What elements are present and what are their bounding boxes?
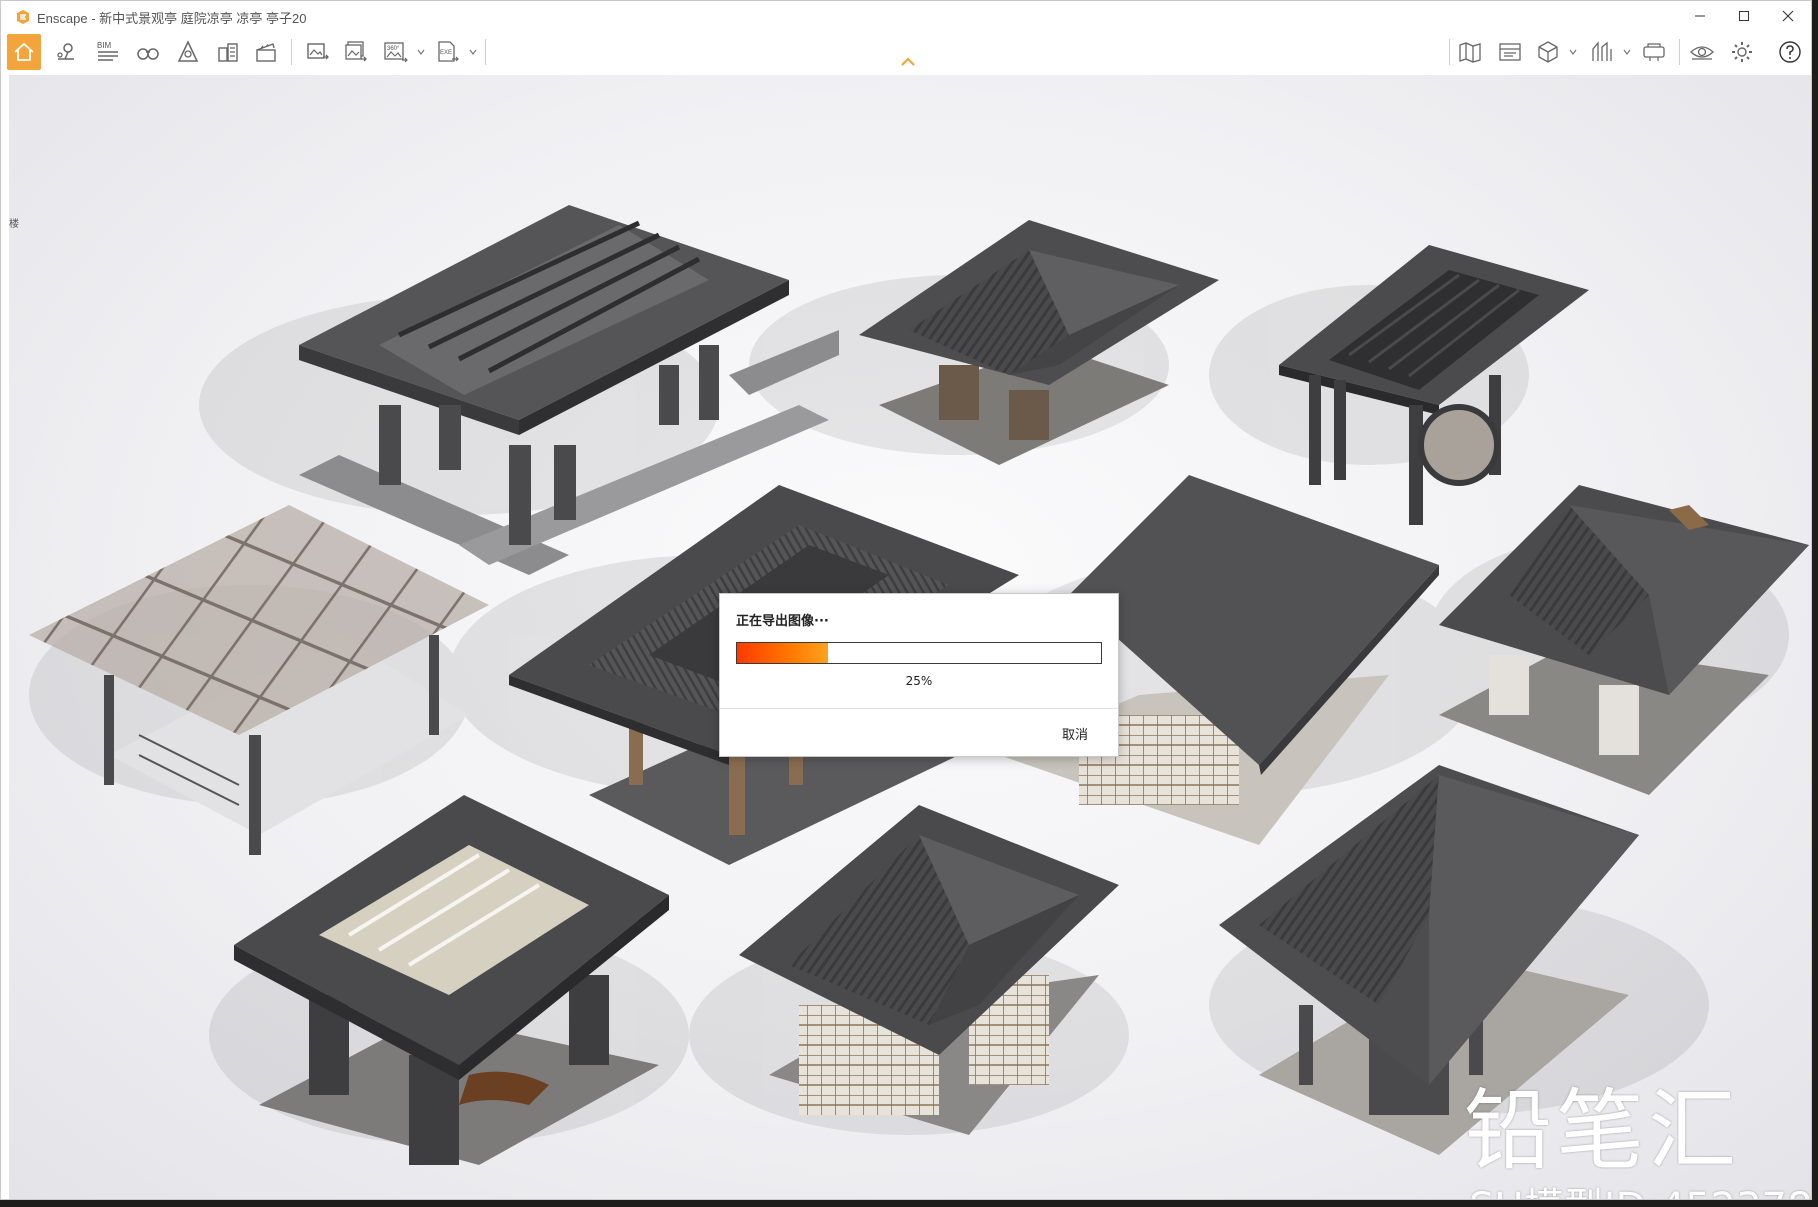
vr-headset-icon: [1643, 43, 1665, 61]
vr-headset-button[interactable]: [1637, 34, 1671, 70]
toolbar-separator: [1449, 39, 1450, 65]
progress-percent-text: 25%: [905, 674, 933, 688]
asset-library-button[interactable]: [171, 34, 205, 70]
panorama-button[interactable]: 360°: [379, 34, 413, 70]
section-button[interactable]: [1585, 34, 1619, 70]
render-image-button[interactable]: [301, 34, 335, 70]
binoculars-icon: [137, 48, 159, 60]
render-image-icon: [307, 43, 329, 60]
export-dropdown-chevron-icon[interactable]: [469, 48, 477, 56]
collapse-toolbar-chevron-icon[interactable]: [899, 56, 917, 68]
main-toolbar: BIM 360° EXE: [1, 31, 1811, 75]
home-icon: [14, 42, 34, 61]
cube-view-button[interactable]: [1531, 34, 1565, 70]
settings-button[interactable]: [1725, 34, 1759, 70]
buildings-icon: [218, 43, 238, 62]
exe-export-button[interactable]: EXE: [431, 34, 465, 70]
location-button[interactable]: [49, 34, 83, 70]
minimize-icon: [1695, 15, 1705, 17]
section-dropdown-chevron-icon[interactable]: [1623, 48, 1631, 56]
render-viewport[interactable]: 楼 铅笔汇 正在导出图像··· 25% 取消: [9, 75, 1811, 1199]
dialog-title: 正在导出图像···: [736, 614, 829, 629]
pavilion-3: [1279, 245, 1589, 525]
view-dropdown-chevron-icon[interactable]: [1569, 48, 1577, 56]
app-window: Enscape - 新中式景观亭 庭院凉亭 凉亭 亭子20 BIM 360° E…: [0, 0, 1812, 1200]
asset-icon: [177, 40, 199, 62]
bim-icon: BIM: [97, 41, 118, 61]
watermark-logo: 铅笔汇: [1464, 1079, 1741, 1182]
svg-text:360°: 360°: [387, 46, 400, 52]
video-editor-button[interactable]: [249, 34, 283, 70]
cancel-button[interactable]: 取消: [1062, 724, 1088, 743]
panorama-icon: 360°: [384, 42, 408, 63]
binoculars-button[interactable]: [131, 34, 165, 70]
enscape-logo-icon: [17, 10, 29, 24]
toolbar-separator: [291, 39, 292, 65]
toolbar-separator: [1679, 39, 1680, 65]
dialog-divider: [720, 708, 1118, 709]
svg-text:EXE: EXE: [440, 50, 452, 56]
bim-button[interactable]: BIM: [91, 34, 125, 70]
home-button[interactable]: [7, 34, 41, 70]
batch-render-icon: [345, 41, 367, 62]
maximize-button[interactable]: [1721, 1, 1767, 31]
clapper-icon: [256, 43, 276, 62]
help-icon: [1779, 41, 1801, 63]
title-bar: Enscape - 新中式景观亭 庭院凉亭 凉亭 亭子20: [1, 1, 1811, 31]
buildings-button[interactable]: [211, 34, 245, 70]
watermark-model-id: SU模型ID:452378: [1469, 1175, 1811, 1199]
material-icon: [1499, 43, 1521, 61]
visual-settings-button[interactable]: [1685, 34, 1719, 70]
cube-icon: [1538, 41, 1558, 63]
close-button[interactable]: [1765, 1, 1811, 31]
svg-text:BIM: BIM: [97, 41, 112, 50]
batch-render-button[interactable]: [339, 34, 373, 70]
settings-icon: [1732, 42, 1752, 62]
visual-settings-icon: [1690, 46, 1714, 60]
material-editor-button[interactable]: [1493, 34, 1527, 70]
map-icon: [1459, 42, 1481, 63]
progress-bar-fill: [737, 643, 828, 663]
map-button[interactable]: [1453, 34, 1487, 70]
help-button[interactable]: [1773, 34, 1807, 70]
exe-export-icon: EXE: [438, 41, 459, 62]
maximize-icon: [1739, 11, 1749, 21]
location-icon: [57, 43, 74, 60]
window-title: Enscape - 新中式景观亭 庭院凉亭 凉亭 亭子20: [37, 11, 307, 26]
minimize-button[interactable]: [1677, 1, 1723, 31]
section-icon: [1592, 41, 1612, 61]
export-progress-bar: [736, 642, 1102, 664]
close-icon: [1782, 10, 1794, 22]
export-progress-dialog: 正在导出图像··· 25% 取消: [719, 593, 1119, 757]
panorama-dropdown-chevron-icon[interactable]: [417, 48, 425, 56]
toolbar-separator: [485, 39, 486, 65]
